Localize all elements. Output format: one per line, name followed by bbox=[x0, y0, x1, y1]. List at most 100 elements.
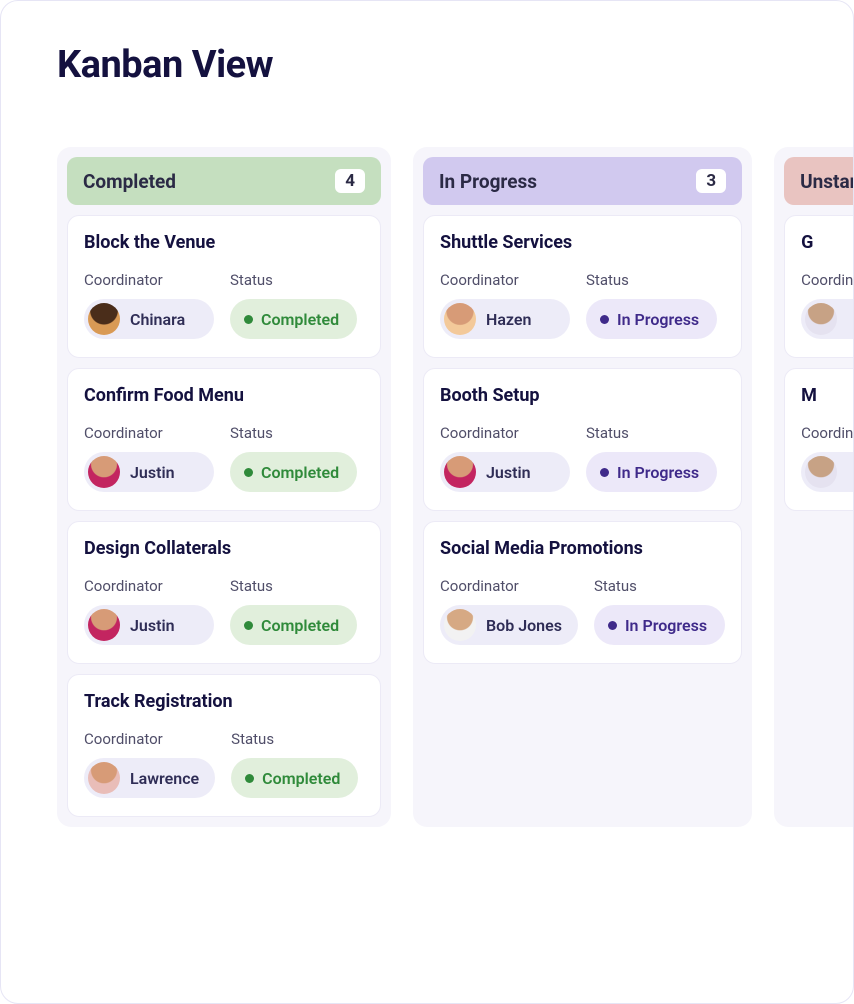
coordinator-pill[interactable] bbox=[801, 452, 853, 492]
coordinator-name: Lawrence bbox=[130, 769, 199, 788]
coordinator-name: Justin bbox=[130, 616, 175, 635]
field-label: Status bbox=[230, 271, 357, 289]
coordinator-pill[interactable]: Lawrence bbox=[84, 758, 215, 798]
kanban-card[interactable]: Track Registration Coordinator Lawrence … bbox=[67, 674, 381, 817]
field-status: Status Completed bbox=[230, 424, 357, 492]
card-title: Confirm Food Menu bbox=[84, 385, 364, 406]
kanban-column-inprogress: In Progress 3 Shuttle Services Coordinat… bbox=[413, 147, 752, 827]
status-dot-icon bbox=[245, 774, 254, 783]
field-label: Coordinator bbox=[801, 424, 853, 442]
field-label: Coordinator bbox=[84, 271, 214, 289]
status-text: In Progress bbox=[617, 310, 699, 329]
status-dot-icon bbox=[600, 315, 609, 324]
field-label: Coordinator bbox=[84, 577, 214, 595]
field-label: Status bbox=[230, 577, 357, 595]
field-coordinator: Coordinator Bob Jones bbox=[440, 577, 578, 645]
coordinator-pill[interactable]: Hazen bbox=[440, 299, 570, 339]
card-title: M bbox=[801, 385, 853, 406]
field-label: Coordinator bbox=[440, 577, 578, 595]
status-text: In Progress bbox=[617, 463, 699, 482]
coordinator-name: Hazen bbox=[486, 310, 531, 329]
field-status: Status Completed bbox=[230, 577, 357, 645]
column-header[interactable]: Unstarted bbox=[784, 157, 853, 205]
column-header[interactable]: In Progress 3 bbox=[423, 157, 742, 205]
card-title: Booth Setup bbox=[440, 385, 725, 406]
avatar bbox=[444, 456, 476, 488]
coordinator-name: Bob Jones bbox=[486, 616, 562, 635]
card-fields: Coordinator Chinara Status Completed bbox=[84, 271, 364, 339]
status-dot-icon bbox=[244, 468, 253, 477]
coordinator-pill[interactable]: Justin bbox=[84, 452, 214, 492]
status-pill[interactable]: Completed bbox=[230, 605, 357, 645]
column-header[interactable]: Completed 4 bbox=[67, 157, 381, 205]
kanban-card[interactable]: Design Collaterals Coordinator Justin St… bbox=[67, 521, 381, 664]
card-fields: Coordinator bbox=[801, 271, 853, 339]
coordinator-name: Justin bbox=[130, 463, 175, 482]
status-dot-icon bbox=[600, 468, 609, 477]
field-label: Coordinator bbox=[84, 424, 214, 442]
field-coordinator: Coordinator bbox=[801, 424, 853, 492]
field-status: Status In Progress bbox=[586, 271, 717, 339]
status-dot-icon bbox=[244, 315, 253, 324]
field-label: Status bbox=[230, 424, 357, 442]
column-count: 3 bbox=[696, 169, 726, 193]
coordinator-pill[interactable]: Bob Jones bbox=[440, 605, 578, 645]
field-coordinator: Coordinator Lawrence bbox=[84, 730, 215, 798]
status-pill[interactable]: In Progress bbox=[586, 452, 717, 492]
avatar bbox=[444, 303, 476, 335]
card-title: G bbox=[801, 232, 853, 253]
coordinator-name: Justin bbox=[486, 463, 531, 482]
kanban-card[interactable]: Confirm Food Menu Coordinator Justin Sta… bbox=[67, 368, 381, 511]
field-status: Status In Progress bbox=[586, 424, 717, 492]
kanban-board: Completed 4 Block the Venue Coordinator … bbox=[57, 147, 853, 827]
avatar bbox=[444, 609, 476, 641]
avatar bbox=[88, 762, 120, 794]
kanban-card[interactable]: Shuttle Services Coordinator Hazen Statu… bbox=[423, 215, 742, 358]
card-title: Block the Venue bbox=[84, 232, 364, 253]
status-text: Completed bbox=[261, 463, 339, 482]
field-coordinator: Coordinator Justin bbox=[84, 577, 214, 645]
coordinator-pill[interactable]: Justin bbox=[440, 452, 570, 492]
card-fields: Coordinator Justin Status Completed bbox=[84, 424, 364, 492]
kanban-card[interactable]: Booth Setup Coordinator Justin Status bbox=[423, 368, 742, 511]
column-title: Completed bbox=[83, 170, 176, 193]
status-pill[interactable]: Completed bbox=[230, 452, 357, 492]
status-pill[interactable]: In Progress bbox=[586, 299, 717, 339]
field-label: Coordinator bbox=[801, 271, 853, 289]
kanban-card[interactable]: Social Media Promotions Coordinator Bob … bbox=[423, 521, 742, 664]
field-label: Coordinator bbox=[84, 730, 215, 748]
kanban-column-completed: Completed 4 Block the Venue Coordinator … bbox=[57, 147, 391, 827]
kanban-card[interactable]: G Coordinator bbox=[784, 215, 853, 358]
field-label: Status bbox=[594, 577, 725, 595]
avatar bbox=[88, 609, 120, 641]
column-count: 4 bbox=[335, 169, 365, 193]
field-coordinator: Coordinator Hazen bbox=[440, 271, 570, 339]
coordinator-pill[interactable]: Chinara bbox=[84, 299, 214, 339]
status-text: Completed bbox=[261, 616, 339, 635]
card-fields: Coordinator bbox=[801, 424, 853, 492]
field-coordinator: Coordinator bbox=[801, 271, 853, 339]
card-title: Design Collaterals bbox=[84, 538, 364, 559]
status-pill[interactable]: In Progress bbox=[594, 605, 725, 645]
card-fields: Coordinator Hazen Status In Progress bbox=[440, 271, 725, 339]
status-pill[interactable]: Completed bbox=[230, 299, 357, 339]
avatar bbox=[88, 456, 120, 488]
status-text: In Progress bbox=[625, 616, 707, 635]
field-label: Status bbox=[231, 730, 358, 748]
kanban-card[interactable]: Block the Venue Coordinator Chinara Stat… bbox=[67, 215, 381, 358]
card-fields: Coordinator Bob Jones Status In Progress bbox=[440, 577, 725, 645]
status-pill[interactable]: Completed bbox=[231, 758, 358, 798]
coordinator-pill[interactable] bbox=[801, 299, 853, 339]
avatar bbox=[805, 456, 837, 488]
kanban-card[interactable]: M Coordinator bbox=[784, 368, 853, 511]
card-title: Shuttle Services bbox=[440, 232, 725, 253]
coordinator-pill[interactable]: Justin bbox=[84, 605, 214, 645]
coordinator-name: Chinara bbox=[130, 310, 185, 329]
app-frame: Kanban View Completed 4 Block the Venue … bbox=[0, 0, 854, 1004]
card-title: Track Registration bbox=[84, 691, 364, 712]
page-title: Kanban View bbox=[57, 43, 853, 87]
field-label: Status bbox=[586, 271, 717, 289]
column-title: In Progress bbox=[439, 170, 537, 193]
field-label: Coordinator bbox=[440, 424, 570, 442]
card-title: Social Media Promotions bbox=[440, 538, 725, 559]
